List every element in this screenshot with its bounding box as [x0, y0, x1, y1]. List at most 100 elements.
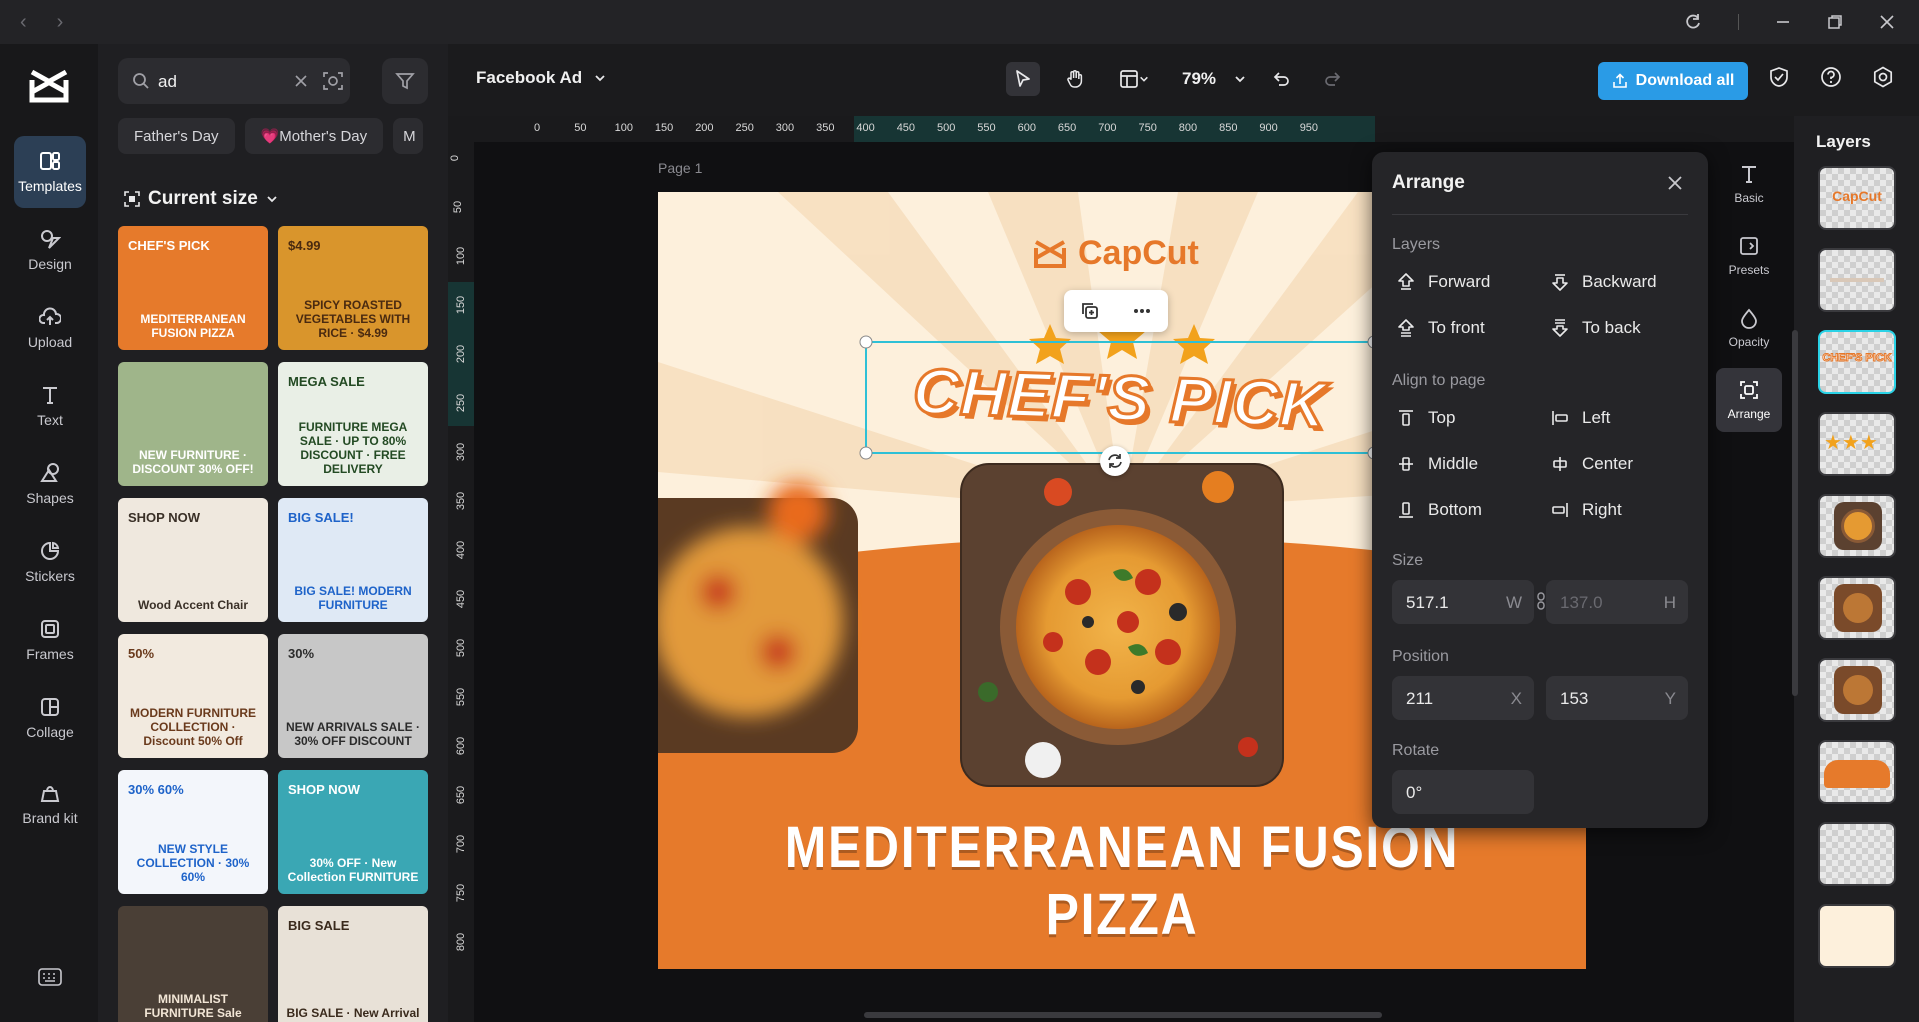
- chevron-right-icon[interactable]: ›: [57, 11, 64, 34]
- rail-item-templates[interactable]: Templates: [14, 136, 86, 208]
- layer-item[interactable]: ★★★: [1818, 412, 1896, 476]
- rail-item-design[interactable]: Design: [14, 214, 86, 286]
- upload-icon: [39, 307, 61, 325]
- ad-title[interactable]: MEDITERRANEAN FUSION PIZZA: [723, 814, 1521, 948]
- aspect-lock-icon[interactable]: [1536, 592, 1546, 610]
- refresh-icon[interactable]: [1684, 13, 1702, 31]
- layer-item[interactable]: [1818, 658, 1896, 722]
- help-icon[interactable]: [1820, 66, 1842, 88]
- shield-check-icon[interactable]: [1768, 66, 1790, 88]
- layer-item[interactable]: [1818, 740, 1896, 804]
- align-middle-button[interactable]: Middle: [1396, 454, 1478, 474]
- ruler-tick-label: 600: [1017, 122, 1036, 134]
- undo-button[interactable]: [1264, 62, 1298, 96]
- template-title: NEW ARRIVALS SALE · 30% OFF DISCOUNT: [286, 720, 420, 748]
- select-tool[interactable]: [1006, 62, 1040, 96]
- template-thumbnail[interactable]: MODERN FURNITURE COLLECTION · Discount 5…: [118, 634, 268, 758]
- ruler-tick-label: 300: [775, 122, 795, 134]
- forward-button[interactable]: Forward: [1396, 272, 1490, 292]
- rotate-handle[interactable]: [1100, 446, 1130, 476]
- zoom-level[interactable]: 79%: [1182, 69, 1216, 89]
- template-thumbnail[interactable]: BIG SALE · New Arrival BIG SALE: [278, 906, 428, 1022]
- template-thumbnail[interactable]: SPICY ROASTED VEGETABLES WITH RICE · $4.…: [278, 226, 428, 350]
- align-left-button[interactable]: Left: [1550, 408, 1610, 428]
- chip-mothers-day[interactable]: 💗Mother's Day: [244, 118, 384, 154]
- layout-icon: [1120, 70, 1138, 88]
- position-y-value: 153: [1560, 689, 1589, 708]
- restore-icon[interactable]: [1827, 14, 1843, 30]
- template-thumbnail[interactable]: FURNITURE MEGA SALE · UP TO 80% DISCOUNT…: [278, 362, 428, 486]
- tab-opacity[interactable]: Opacity: [1716, 296, 1782, 360]
- width-field[interactable]: 517.1 W: [1392, 580, 1534, 624]
- template-badge: BIG SALE: [288, 918, 350, 933]
- image-search-icon[interactable]: [322, 70, 344, 92]
- layer-item[interactable]: [1818, 822, 1896, 886]
- search-box[interactable]: ad: [118, 58, 350, 104]
- horizontal-scrollbar[interactable]: [864, 1012, 1382, 1018]
- settings-icon[interactable]: [1872, 66, 1894, 88]
- chevron-left-icon[interactable]: ‹: [20, 11, 27, 34]
- tab-arrange[interactable]: Arrange: [1716, 368, 1782, 432]
- backward-button[interactable]: Backward: [1550, 272, 1657, 292]
- align-bottom-button[interactable]: Bottom: [1396, 500, 1482, 520]
- duplicate-icon[interactable]: [1080, 301, 1100, 321]
- rail-item-text[interactable]: Text: [14, 370, 86, 442]
- layout-tool[interactable]: [1110, 62, 1158, 96]
- template-thumbnail[interactable]: Wood Accent Chair SHOP NOW: [118, 498, 268, 622]
- rotate-section-label: Rotate: [1392, 742, 1440, 759]
- align-center-button[interactable]: Center: [1550, 454, 1633, 474]
- tab-basic[interactable]: Basic: [1716, 152, 1782, 216]
- template-thumbnail[interactable]: BIG SALE! MODERN FURNITURE BIG SALE!: [278, 498, 428, 622]
- rail-item-label: Text: [37, 411, 63, 428]
- keyboard-icon[interactable]: [38, 968, 62, 986]
- download-all-button[interactable]: Download all: [1598, 62, 1748, 100]
- rail-item-frames[interactable]: Frames: [14, 604, 86, 676]
- size-filter[interactable]: Current size: [124, 188, 278, 210]
- rail-item-upload[interactable]: Upload: [14, 292, 86, 364]
- template-thumbnail[interactable]: 30% OFF · New Collection FURNITURE SHOP N…: [278, 770, 428, 894]
- redo-button[interactable]: [1316, 62, 1350, 96]
- headline-text[interactable]: CHEF'S PICK: [868, 333, 1372, 461]
- tab-presets[interactable]: Presets: [1716, 224, 1782, 288]
- template-thumbnail[interactable]: NEW FURNITURE · DISCOUNT 30% OFF!: [118, 362, 268, 486]
- template-thumbnail[interactable]: MEDITERRANEAN FUSION PIZZA CHEF'S PICK: [118, 226, 268, 350]
- template-thumbnail[interactable]: NEW STYLE COLLECTION · 30% 60% 30% 60%: [118, 770, 268, 894]
- rail-item-shapes[interactable]: Shapes: [14, 448, 86, 520]
- hand-tool[interactable]: [1058, 62, 1092, 96]
- search-input[interactable]: ad: [158, 72, 177, 92]
- close-icon[interactable]: [1662, 170, 1688, 196]
- height-field[interactable]: 137.0 H: [1546, 580, 1688, 624]
- layer-item[interactable]: [1818, 904, 1896, 968]
- position-x-field[interactable]: 211 X: [1392, 676, 1534, 720]
- align-right-button[interactable]: Right: [1550, 500, 1622, 520]
- chip-more[interactable]: M: [393, 118, 424, 154]
- clear-search-icon[interactable]: [294, 74, 308, 88]
- position-y-field[interactable]: 153 Y: [1546, 676, 1688, 720]
- close-window-icon[interactable]: [1879, 14, 1895, 30]
- to-back-button[interactable]: To back: [1550, 318, 1641, 338]
- layer-item[interactable]: CapCut: [1818, 166, 1896, 230]
- align-top-button[interactable]: Top: [1396, 408, 1455, 428]
- layer-item[interactable]: [1818, 576, 1896, 640]
- filter-button[interactable]: [382, 58, 428, 104]
- rail-item-collage[interactable]: Collage: [14, 682, 86, 754]
- chevron-down-icon: [267, 196, 277, 203]
- layer-item[interactable]: [1818, 494, 1896, 558]
- vertical-scrollbar[interactable]: [1792, 330, 1798, 696]
- capcut-logo-icon[interactable]: [28, 66, 70, 106]
- more-options-icon[interactable]: [1132, 301, 1152, 321]
- zoom-chevron-down-icon[interactable]: [1234, 73, 1246, 85]
- rail-item-stickers[interactable]: Stickers: [14, 526, 86, 598]
- template-thumbnail[interactable]: MINIMALIST FURNITURE Sale: [118, 906, 268, 1022]
- project-name-dropdown[interactable]: Facebook Ad: [476, 68, 606, 88]
- rotate-field[interactable]: 0°: [1392, 770, 1534, 814]
- to-front-button[interactable]: To front: [1396, 318, 1485, 338]
- minimize-icon[interactable]: [1775, 14, 1791, 30]
- ruler-tick-label: 100: [614, 122, 633, 134]
- layer-item[interactable]: CHEF'S PICK: [1818, 330, 1896, 394]
- chip-fathers-day[interactable]: Father's Day: [118, 118, 235, 154]
- to-front-label: To front: [1428, 318, 1485, 337]
- rail-item-brand-kit[interactable]: Brand kit: [14, 762, 86, 846]
- layer-item[interactable]: [1818, 248, 1896, 312]
- template-thumbnail[interactable]: NEW ARRIVALS SALE · 30% OFF DISCOUNT 30%: [278, 634, 428, 758]
